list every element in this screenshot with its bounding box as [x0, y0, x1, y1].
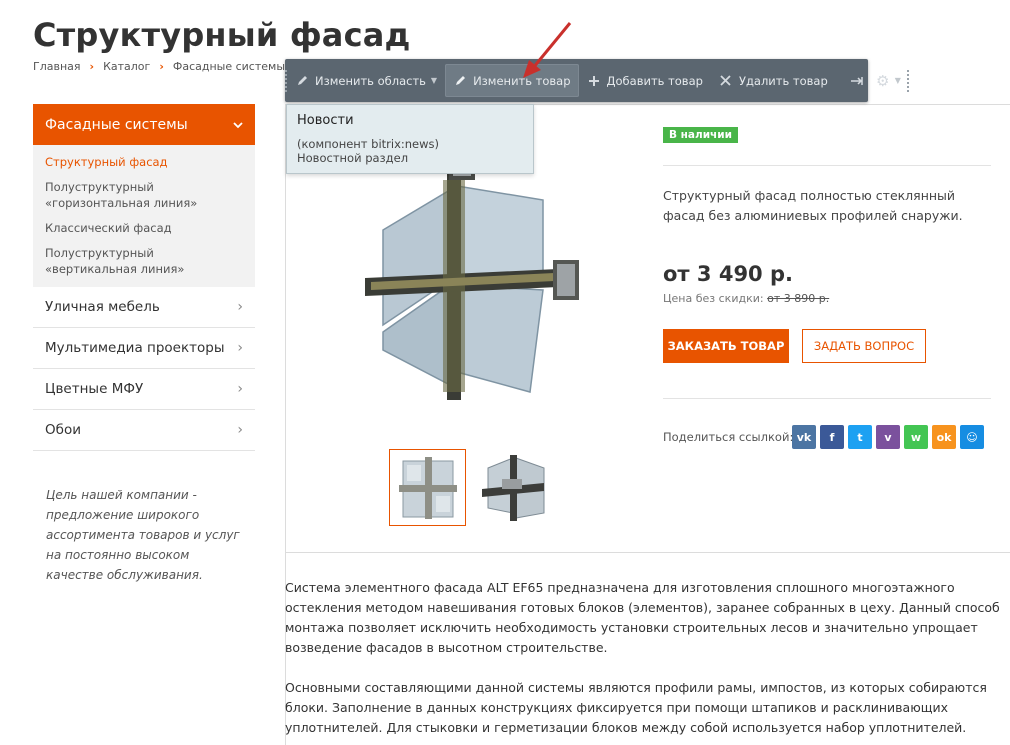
- page-title: Структурный фасад: [33, 16, 411, 54]
- divider: [285, 552, 1010, 553]
- breadcrumb-home[interactable]: Главная: [33, 60, 81, 73]
- close-icon: [719, 74, 733, 88]
- chevron-right-icon: ›: [237, 381, 243, 397]
- moimir-icon[interactable]: ☺: [960, 425, 984, 449]
- sidebar-item-color-mfp[interactable]: Цветные МФУ ›: [33, 369, 255, 410]
- settings-button[interactable]: ⚙ ▼: [870, 64, 907, 97]
- chevron-right-icon: ›: [237, 340, 243, 356]
- tooltip-section: Новостной раздел: [297, 151, 409, 165]
- facebook-icon[interactable]: f: [820, 425, 844, 449]
- drag-handle[interactable]: [906, 59, 909, 102]
- pencil-icon: [295, 74, 309, 88]
- admin-toolbar: Изменить область ▼ Изменить товар Добави…: [285, 59, 909, 102]
- caret-down-icon[interactable]: ▼: [895, 76, 901, 85]
- sidebar: Фасадные системы Структурный фасад Полус…: [33, 104, 255, 585]
- in-stock-badge: В наличии: [663, 127, 738, 143]
- edit-area-button[interactable]: Изменить область ▼: [287, 64, 445, 97]
- product-image[interactable]: [365, 160, 585, 400]
- divider: [663, 398, 991, 399]
- plus-icon: [587, 74, 601, 88]
- breadcrumb: Главная › Каталог › Фасадные системы: [33, 60, 285, 73]
- thumbnail-2[interactable]: [474, 449, 551, 526]
- chevron-right-icon: ›: [237, 422, 243, 438]
- whatsapp-icon[interactable]: w: [904, 425, 928, 449]
- chevron-right-icon: ›: [237, 299, 243, 315]
- breadcrumb-catalog[interactable]: Каталог: [103, 60, 150, 73]
- sidebar-item-label: Цветные МФУ: [45, 381, 144, 397]
- old-price: Цена без скидки: от 3 890 р.: [663, 292, 829, 305]
- sidebar-item-wallpaper[interactable]: Обои ›: [33, 410, 255, 451]
- add-product-button[interactable]: Добавить товар: [579, 64, 711, 97]
- sidebar-item-label: Фасадные системы: [45, 116, 188, 133]
- thumbnail-image: [398, 456, 457, 519]
- pencil-icon: [453, 74, 467, 88]
- pin-icon: [850, 74, 864, 88]
- breadcrumb-separator: ›: [159, 60, 164, 73]
- add-product-label: Добавить товар: [606, 73, 703, 88]
- sidebar-submenu: Структурный фасад Полуструктурный «гориз…: [33, 145, 255, 287]
- share-label: Поделиться ссылкой:: [663, 430, 794, 444]
- delete-product-label: Удалить товар: [738, 73, 828, 88]
- share-icons: vk f t v w ok ☺: [792, 425, 984, 449]
- sidebar-item-street-furniture[interactable]: Уличная мебель ›: [33, 287, 255, 328]
- sidebar-item-label: Обои: [45, 422, 81, 438]
- pin-button[interactable]: [844, 64, 870, 97]
- divider: [663, 165, 991, 166]
- sidebar-item-projectors[interactable]: Мультимедиа проекторы ›: [33, 328, 255, 369]
- vk-icon[interactable]: vk: [792, 425, 816, 449]
- submenu-item-classic-facade[interactable]: Классический фасад: [45, 220, 243, 236]
- product-description: Структурный фасад полностью стеклянный ф…: [663, 188, 963, 223]
- delete-product-button[interactable]: Удалить товар: [711, 64, 836, 97]
- article-text: Система элементного фасада ALT EF65 пред…: [285, 578, 1010, 745]
- breadcrumb-separator: ›: [89, 60, 95, 73]
- annotation-arrow-icon: [523, 22, 572, 78]
- tooltip-title: Новости: [297, 113, 354, 128]
- viber-icon[interactable]: v: [876, 425, 900, 449]
- submenu-item-semistructural-vertical[interactable]: Полуструктурный «вертикальная линия»: [45, 245, 243, 277]
- gear-icon: ⚙: [876, 71, 890, 90]
- edit-area-label: Изменить область: [315, 73, 426, 88]
- breadcrumb-facade-systems[interactable]: Фасадные системы: [173, 60, 285, 73]
- old-price-label: Цена без скидки:: [663, 292, 764, 305]
- article-paragraph: Основными составляющими данной системы я…: [285, 680, 987, 735]
- sidebar-item-facade-systems[interactable]: Фасадные системы: [33, 104, 255, 145]
- thumbnail-1[interactable]: [389, 449, 466, 526]
- company-note: Цель нашей компании - предложение широко…: [46, 488, 240, 582]
- chevron-down-icon: [233, 121, 243, 128]
- order-button[interactable]: ЗАКАЗАТЬ ТОВАР: [663, 329, 789, 363]
- caret-down-icon[interactable]: ▼: [431, 76, 437, 85]
- ask-question-button[interactable]: ЗАДАТЬ ВОПРОС: [802, 329, 926, 363]
- component-tooltip: Новости (компонент bitrix:news) Новостно…: [286, 104, 534, 174]
- sidebar-item-label: Мультимедиа проекторы: [45, 340, 225, 356]
- submenu-item-structural-facade[interactable]: Структурный фасад: [45, 154, 243, 170]
- twitter-icon[interactable]: t: [848, 425, 872, 449]
- article-paragraph: Система элементного фасада ALT EF65 пред…: [285, 580, 1000, 655]
- sidebar-item-label: Уличная мебель: [45, 299, 160, 315]
- tooltip-component: (компонент bitrix:news): [297, 137, 440, 151]
- old-price-value: от 3 890 р.: [767, 292, 830, 305]
- product-price: от 3 490 р.: [663, 262, 793, 286]
- submenu-item-semistructural-horizontal[interactable]: Полуструктурный «горизонтальная линия»: [45, 179, 243, 211]
- thumbnail-image: [481, 454, 544, 521]
- odnoklassniki-icon[interactable]: ok: [932, 425, 956, 449]
